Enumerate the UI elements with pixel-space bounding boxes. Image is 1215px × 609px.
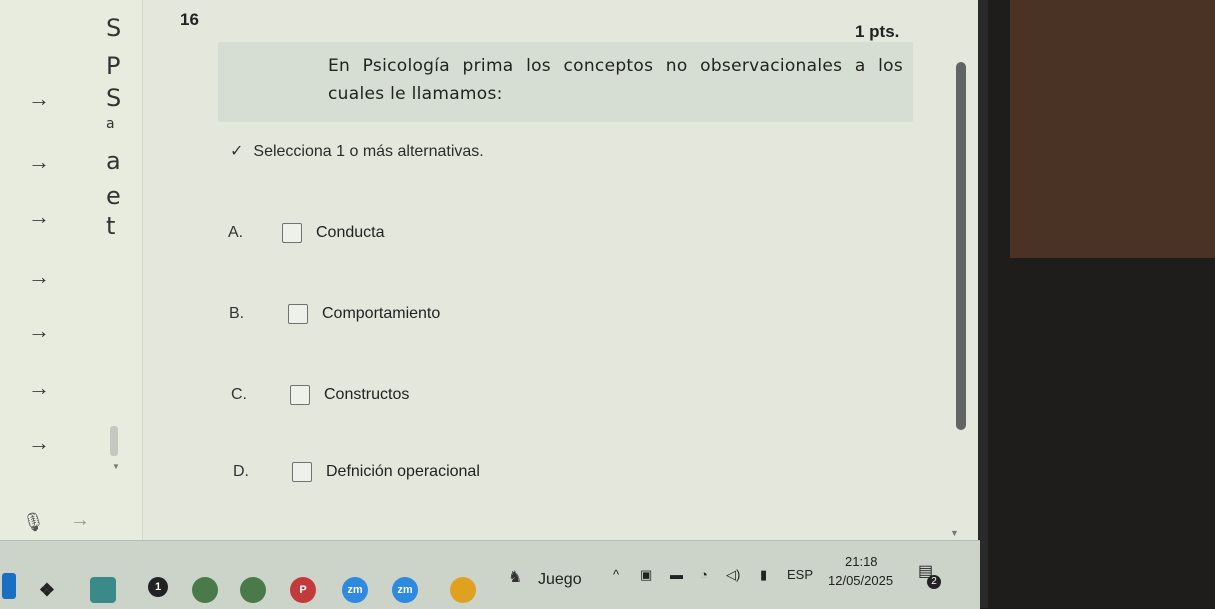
arrow-right-icon[interactable]: → — [28, 266, 54, 288]
nav-letter: S — [106, 84, 122, 112]
app-icon[interactable] — [450, 577, 476, 603]
instruction-text: Selecciona 1 o más alternativas. — [253, 143, 484, 160]
option-letter: B. — [229, 305, 245, 322]
arrow-right-icon[interactable]: → — [28, 320, 54, 342]
dropbox-icon[interactable]: ❖ — [34, 577, 60, 603]
instruction: ✓ Selecciona 1 o más alternativas. — [230, 141, 484, 161]
nav-letter: e — [106, 182, 121, 210]
clock-time[interactable]: 21:18 — [845, 554, 878, 569]
nav-letter: a — [106, 147, 121, 175]
notification-count: 2 — [927, 575, 941, 589]
nav-letter: t — [106, 212, 116, 240]
microphone-icon[interactable]: 🎙 — [22, 512, 45, 533]
app-icon[interactable]: 1 — [148, 577, 168, 597]
option-checkbox[interactable] — [282, 223, 302, 243]
nav-scrollbar-thumb[interactable] — [110, 426, 118, 456]
scroll-down-icon[interactable]: ▼ — [950, 528, 959, 538]
taskbar-search-label[interactable]: Juego — [538, 571, 582, 589]
powerpoint-icon[interactable]: P — [290, 577, 316, 603]
zoom-icon[interactable]: zm — [392, 577, 418, 603]
wifi-icon[interactable]: ◔ — [700, 567, 708, 582]
question-number: 16 — [180, 10, 199, 29]
option-letter: A. — [228, 224, 244, 241]
option-c[interactable]: C. Constructos — [231, 382, 409, 408]
question-nav-pane: → → → → → → → S P S a a e t ▼ — [0, 0, 143, 540]
question-box: En Psicología prima los conceptos no obs… — [218, 42, 913, 122]
arrow-right-icon: → — [70, 509, 90, 531]
checkmark-icon: ✓ — [230, 143, 244, 160]
language-indicator[interactable]: ESP — [787, 567, 813, 582]
nav-letter: P — [106, 52, 121, 80]
nav-letter: S — [106, 14, 122, 42]
option-checkbox[interactable] — [290, 385, 310, 405]
arrow-right-icon[interactable]: → — [28, 151, 54, 173]
game-icon[interactable]: ♞ — [508, 567, 522, 587]
meet-now-icon[interactable]: ▣ — [640, 567, 652, 583]
taskbar: ❖ 1 P zm zm ♞ Juego ^ ▣ ▬ ◔ ◁) ▮ ESP 21:… — [0, 540, 980, 609]
scroll-down-icon[interactable]: ▼ — [112, 462, 120, 471]
option-b[interactable]: B. Comportamiento — [229, 301, 440, 327]
chrome-icon[interactable] — [240, 577, 266, 603]
arrow-right-icon[interactable]: → — [28, 432, 54, 454]
battery-icon[interactable]: ▬ — [670, 567, 683, 582]
volume-icon[interactable]: ◁) — [726, 567, 740, 583]
question-points: 1 pts. — [855, 22, 900, 41]
option-checkbox[interactable] — [288, 304, 308, 324]
zoom-icon[interactable]: zm — [342, 577, 368, 603]
option-label: Constructos — [324, 386, 410, 403]
nav-letter: a — [106, 116, 115, 132]
option-letter: D. — [233, 463, 249, 480]
clock-date[interactable]: 12/05/2025 — [828, 573, 893, 588]
start-icon[interactable] — [2, 573, 16, 599]
option-label: Defnición operacional — [326, 463, 480, 480]
chevron-up-icon[interactable]: ^ — [613, 567, 619, 582]
chrome-icon[interactable] — [192, 577, 218, 603]
option-letter: C. — [231, 386, 247, 403]
option-label: Comportamiento — [322, 305, 441, 322]
option-d[interactable]: D. Defnición operacional — [233, 459, 480, 485]
arrow-right-icon[interactable]: → — [28, 377, 54, 399]
arrow-right-icon[interactable]: → — [28, 88, 54, 110]
mic-tray-icon[interactable]: ▮ — [760, 567, 767, 583]
background-wall — [1010, 0, 1215, 258]
option-checkbox[interactable] — [292, 462, 312, 482]
option-a[interactable]: A. Conducta — [228, 220, 385, 246]
arrow-right-icon[interactable]: → — [28, 206, 54, 228]
question-text: En Psicología prima los conceptos no obs… — [328, 56, 903, 104]
app-icon[interactable] — [90, 577, 116, 603]
option-label: Conducta — [316, 224, 385, 241]
monitor-edge — [978, 0, 988, 608]
page-scrollbar-thumb[interactable] — [956, 62, 966, 430]
